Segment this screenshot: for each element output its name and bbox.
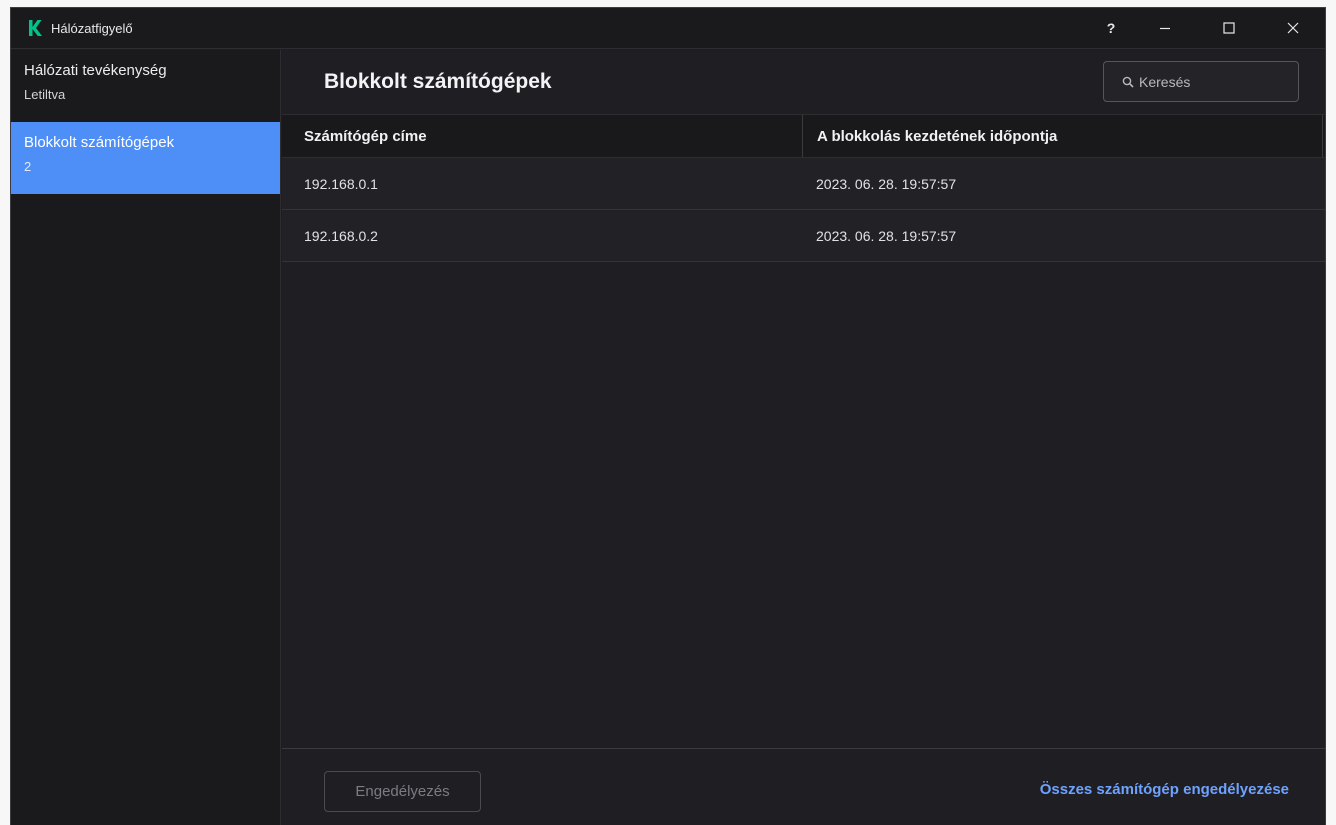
maximize-icon: [1223, 22, 1235, 34]
cell-block-start: 2023. 06. 28. 19:57:57: [816, 227, 957, 244]
search-placeholder: Keresés: [1139, 73, 1191, 90]
sidebar: Hálózati tevékenység Letiltva Blokkolt s…: [11, 50, 281, 825]
minimize-icon: [1160, 27, 1170, 30]
sidebar-item-network-activity[interactable]: Hálózati tevékenység Letiltva: [11, 50, 280, 122]
allow-button[interactable]: Engedélyezés: [324, 771, 481, 812]
sidebar-item-label: Blokkolt számítógépek: [24, 134, 175, 151]
sidebar-item-status: Letiltva: [24, 87, 66, 102]
sidebar-item-blocked-computers[interactable]: Blokkolt számítógépek 2: [11, 122, 280, 194]
sidebar-item-count: 2: [24, 159, 32, 174]
search-icon: [1122, 76, 1134, 88]
table-header: Számítógép címe A blokkolás kezdetének i…: [282, 114, 1325, 158]
help-button[interactable]: ?: [1089, 8, 1133, 48]
cell-address: 192.168.0.1: [304, 175, 378, 192]
search-input[interactable]: Keresés: [1103, 61, 1299, 102]
column-header-block-start[interactable]: A blokkolás kezdetének időpontja: [802, 115, 1323, 157]
page-title: Blokkolt számítógépek: [324, 70, 552, 93]
column-header-address[interactable]: Számítógép címe: [282, 115, 802, 157]
app-window: Hálózatfigyelő ? Hálózati tevékenység Le…: [10, 7, 1326, 825]
table-row[interactable]: 192.168.0.2 2023. 06. 28. 19:57:57: [282, 210, 1325, 262]
table-row[interactable]: 192.168.0.1 2023. 06. 28. 19:57:57: [282, 158, 1325, 210]
title-bar: Hálózatfigyelő ?: [11, 8, 1325, 49]
cell-block-start: 2023. 06. 28. 19:57:57: [816, 175, 957, 192]
blocked-computers-table: Számítógép címe A blokkolás kezdetének i…: [282, 114, 1325, 262]
minimize-button[interactable]: [1133, 8, 1197, 48]
allow-all-computers-link[interactable]: Összes számítógép engedélyezése: [1040, 781, 1289, 798]
close-button[interactable]: [1261, 8, 1325, 48]
kaspersky-logo-icon: [21, 19, 49, 37]
sidebar-item-label: Hálózati tevékenység: [24, 62, 167, 79]
maximize-button[interactable]: [1197, 8, 1261, 48]
cell-address: 192.168.0.2: [304, 227, 378, 244]
window-title: Hálózatfigyelő: [51, 20, 133, 36]
footer-bar: Engedélyezés Összes számítógép engedélye…: [282, 748, 1325, 825]
main-panel: Blokkolt számítógépek Keresés Számítógép…: [282, 50, 1325, 825]
close-icon: [1287, 22, 1299, 34]
page-header: Blokkolt számítógépek Keresés: [282, 50, 1325, 114]
